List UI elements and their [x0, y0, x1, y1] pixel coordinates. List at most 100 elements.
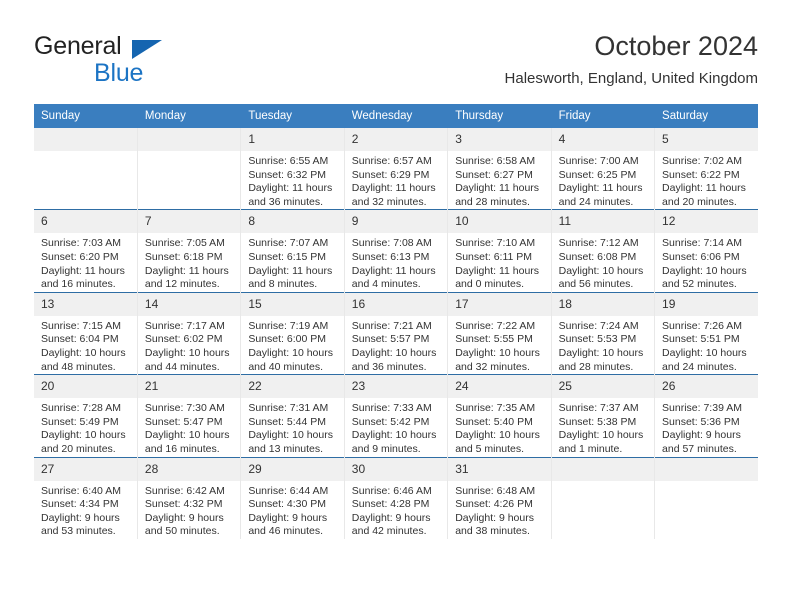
sunset-text: Sunset: 4:34 PM [41, 498, 119, 511]
calendar-day-cell[interactable]: 18 Sunrise: 7:24 AM Sunset: 5:53 PM Dayligh… [551, 291, 656, 375]
calendar-day-cell[interactable]: 4 Sunrise: 7:00 AM Sunset: 6:25 PM Daylight… [551, 128, 656, 210]
sunrise-text: Sunrise: 7:30 AM [144, 402, 225, 415]
daylight-text: and 32 minutes. [351, 195, 427, 208]
daylight-text: and 9 minutes. [351, 442, 421, 455]
daylight-text: and 12 minutes. [144, 278, 220, 291]
sunset-text: Sunset: 5:47 PM [144, 415, 223, 428]
day-details: Sunrise: 6:44 AM Sunset: 4:30 PM Daylight:… [241, 481, 343, 539]
sunrise-text: Sunrise: 7:17 AM [144, 319, 225, 332]
calendar-page: General Blue October 2024 Halesworth, En… [0, 0, 792, 612]
sunset-text: Sunset: 6:06 PM [662, 250, 740, 263]
daylight-text: Daylight: 9 hours [248, 511, 328, 524]
sunrise-text: Sunrise: 6:58 AM [455, 155, 536, 167]
sunset-text: Sunset: 6:25 PM [558, 168, 637, 181]
day-details: Sunrise: 7:30 AM Sunset: 5:47 PM Daylight:… [138, 398, 240, 456]
calendar-day-cell[interactable]: 30 Sunrise: 6:46 AM Sunset: 4:28 PM Dayligh… [344, 456, 449, 539]
daylight-text: Daylight: 11 hours [144, 264, 229, 277]
calendar-day-cell[interactable]: 14 Sunrise: 7:17 AM Sunset: 6:02 PM Dayligh… [137, 291, 242, 375]
daylight-text: and 42 minutes. [351, 525, 427, 538]
calendar-day-cell[interactable]: 8 Sunrise: 7:07 AM Sunset: 6:15 PM Daylight… [240, 209, 345, 293]
sunrise-text: Sunrise: 7:08 AM [351, 237, 432, 250]
sunrise-text: Sunrise: 7:05 AM [144, 237, 225, 250]
general-blue-logo[interactable]: General Blue [34, 32, 234, 88]
calendar-day-cell[interactable]: 11 Sunrise: 7:12 AM Sunset: 6:08 PM Dayligh… [551, 209, 656, 293]
daylight-text: and 46 minutes. [248, 525, 324, 538]
day-details: Sunrise: 6:48 AM Sunset: 4:26 PM Daylight:… [448, 481, 550, 539]
day-details: Sunrise: 7:07 AM Sunset: 6:15 PM Daylight:… [241, 233, 343, 291]
calendar-day-cell[interactable]: 9 Sunrise: 7:08 AM Sunset: 6:13 PM Daylight… [344, 209, 449, 293]
sunset-text: Sunset: 6:20 PM [41, 250, 119, 263]
calendar-day-cell[interactable]: 16 Sunrise: 7:21 AM Sunset: 5:57 PM Dayligh… [344, 291, 449, 375]
day-number: 16 [344, 292, 448, 316]
daylight-text: and 8 minutes. [248, 278, 318, 291]
calendar-day-cell[interactable]: 10 Sunrise: 7:10 AM Sunset: 6:11 PM Dayligh… [447, 209, 552, 293]
calendar-day-cell[interactable]: 19 Sunrise: 7:26 AM Sunset: 5:51 PM Dayligh… [654, 291, 758, 375]
day-number: 29 [241, 457, 344, 481]
triangle-icon [132, 40, 162, 59]
sunset-text: Sunset: 6:22 PM [662, 168, 740, 181]
daylight-text: and 48 minutes. [41, 360, 116, 373]
day-number: 28 [137, 457, 241, 481]
calendar-day-cell[interactable]: 17 Sunrise: 7:22 AM Sunset: 5:55 PM Dayligh… [447, 291, 552, 375]
page-subtitle: Halesworth, England, United Kingdom [504, 70, 758, 87]
sunrise-text: Sunrise: 7:33 AM [351, 402, 432, 415]
calendar-day-cell[interactable]: 6 Sunrise: 7:03 AM Sunset: 6:20 PM Daylight… [34, 209, 138, 293]
daylight-text: and 20 minutes. [662, 195, 737, 208]
weekday-header-sunday: Sunday [34, 104, 138, 128]
day-number: 30 [344, 457, 448, 481]
sunset-text: Sunset: 6:13 PM [351, 250, 430, 263]
daylight-text: and 38 minutes. [455, 525, 530, 538]
calendar-day-cell[interactable]: 31 Sunrise: 6:48 AM Sunset: 4:26 PM Dayligh… [447, 456, 552, 539]
sunset-text: Sunset: 5:51 PM [662, 333, 740, 346]
weekday-header-row: Sunday Monday Tuesday Wednesday Thursday… [34, 104, 758, 128]
day-details: Sunrise: 7:22 AM Sunset: 5:55 PM Daylight:… [448, 316, 550, 374]
day-details: Sunrise: 7:21 AM Sunset: 5:57 PM Daylight:… [345, 316, 447, 374]
sunset-text: Sunset: 5:55 PM [455, 333, 533, 346]
calendar-day-cell[interactable]: 22 Sunrise: 7:31 AM Sunset: 5:44 PM Dayligh… [240, 374, 345, 457]
daylight-text: Daylight: 11 hours [558, 182, 643, 195]
daylight-text: and 16 minutes. [144, 442, 220, 455]
calendar-day-cell[interactable]: 12 Sunrise: 7:14 AM Sunset: 6:06 PM Dayligh… [654, 209, 758, 293]
sunrise-text: Sunrise: 6:42 AM [144, 484, 225, 497]
calendar-day-cell[interactable]: 1 Sunrise: 6:55 AM Sunset: 6:32 PM Daylight… [240, 128, 345, 210]
day-details: Sunrise: 7:00 AM Sunset: 6:25 PM Daylight:… [552, 151, 654, 209]
sunrise-text: Sunrise: 6:55 AM [248, 155, 329, 167]
calendar-day-cell[interactable]: 23 Sunrise: 7:33 AM Sunset: 5:42 PM Dayligh… [344, 374, 449, 457]
daylight-text: and 20 minutes. [41, 442, 116, 455]
calendar-day-cell[interactable]: 5 Sunrise: 7:02 AM Sunset: 6:22 PM Daylight… [654, 128, 758, 210]
weekday-header-monday: Monday [137, 104, 242, 128]
sunrise-text: Sunrise: 7:10 AM [455, 237, 536, 250]
sunrise-text: Sunrise: 7:14 AM [662, 237, 742, 250]
calendar-day-cell[interactable]: 21 Sunrise: 7:30 AM Sunset: 5:47 PM Dayligh… [137, 374, 242, 457]
calendar-day-cell[interactable]: 2 Sunrise: 6:57 AM Sunset: 6:29 PM Daylight… [344, 128, 449, 210]
calendar-day-cell[interactable]: 26 Sunrise: 7:39 AM Sunset: 5:36 PM Dayligh… [654, 374, 758, 457]
calendar-day-cell[interactable]: 13 Sunrise: 7:15 AM Sunset: 6:04 PM Dayligh… [34, 291, 138, 375]
calendar-day-cell[interactable]: 15 Sunrise: 7:19 AM Sunset: 6:00 PM Dayligh… [240, 291, 345, 375]
calendar-day-cell[interactable]: 3 Sunrise: 6:58 AM Sunset: 6:27 PM Daylight… [447, 128, 552, 210]
calendar-day-cell[interactable]: 25 Sunrise: 7:37 AM Sunset: 5:38 PM Dayligh… [551, 374, 656, 457]
day-details: Sunrise: 6:58 AM Sunset: 6:27 PM Daylight:… [448, 151, 550, 209]
sunset-text: Sunset: 5:40 PM [455, 415, 533, 428]
day-number: 6 [34, 210, 137, 234]
day-details: Sunrise: 7:05 AM Sunset: 6:18 PM Daylight:… [138, 233, 240, 291]
day-details: Sunrise: 7:15 AM Sunset: 6:04 PM Daylight:… [34, 316, 137, 374]
daylight-text: Daylight: 10 hours [558, 264, 644, 277]
calendar-week-row: 27 Sunrise: 6:40 AM Sunset: 4:34 PM Dayligh… [34, 456, 758, 539]
calendar-day-cell[interactable]: 24 Sunrise: 7:35 AM Sunset: 5:40 PM Dayligh… [447, 374, 552, 457]
calendar-day-cell[interactable]: 20 Sunrise: 7:28 AM Sunset: 5:49 PM Dayligh… [34, 374, 138, 457]
day-details: Sunrise: 7:39 AM Sunset: 5:36 PM Daylight:… [655, 398, 758, 456]
calendar-day-cell[interactable]: 29 Sunrise: 6:44 AM Sunset: 4:30 PM Dayligh… [240, 456, 345, 539]
sunrise-text: Sunrise: 7:19 AM [248, 319, 329, 332]
sunset-text: Sunset: 6:29 PM [351, 168, 430, 181]
daylight-text: and 1 minute. [558, 442, 623, 455]
calendar-day-cell[interactable]: 7 Sunrise: 7:05 AM Sunset: 6:18 PM Daylight… [137, 209, 242, 293]
calendar-day-cell[interactable]: 28 Sunrise: 6:42 AM Sunset: 4:32 PM Dayligh… [137, 456, 242, 539]
calendar-day-cell[interactable]: 27 Sunrise: 6:40 AM Sunset: 4:34 PM Dayligh… [34, 456, 138, 539]
day-number: 22 [241, 375, 344, 399]
weekday-header-tuesday: Tuesday [240, 104, 345, 128]
day-number: 3 [448, 128, 551, 151]
day-details: Sunrise: 7:19 AM Sunset: 6:00 PM Daylight:… [241, 316, 343, 374]
daylight-text: and 44 minutes. [144, 360, 220, 373]
daylight-text: and 52 minutes. [662, 278, 737, 291]
daylight-text: and 4 minutes. [351, 278, 421, 291]
